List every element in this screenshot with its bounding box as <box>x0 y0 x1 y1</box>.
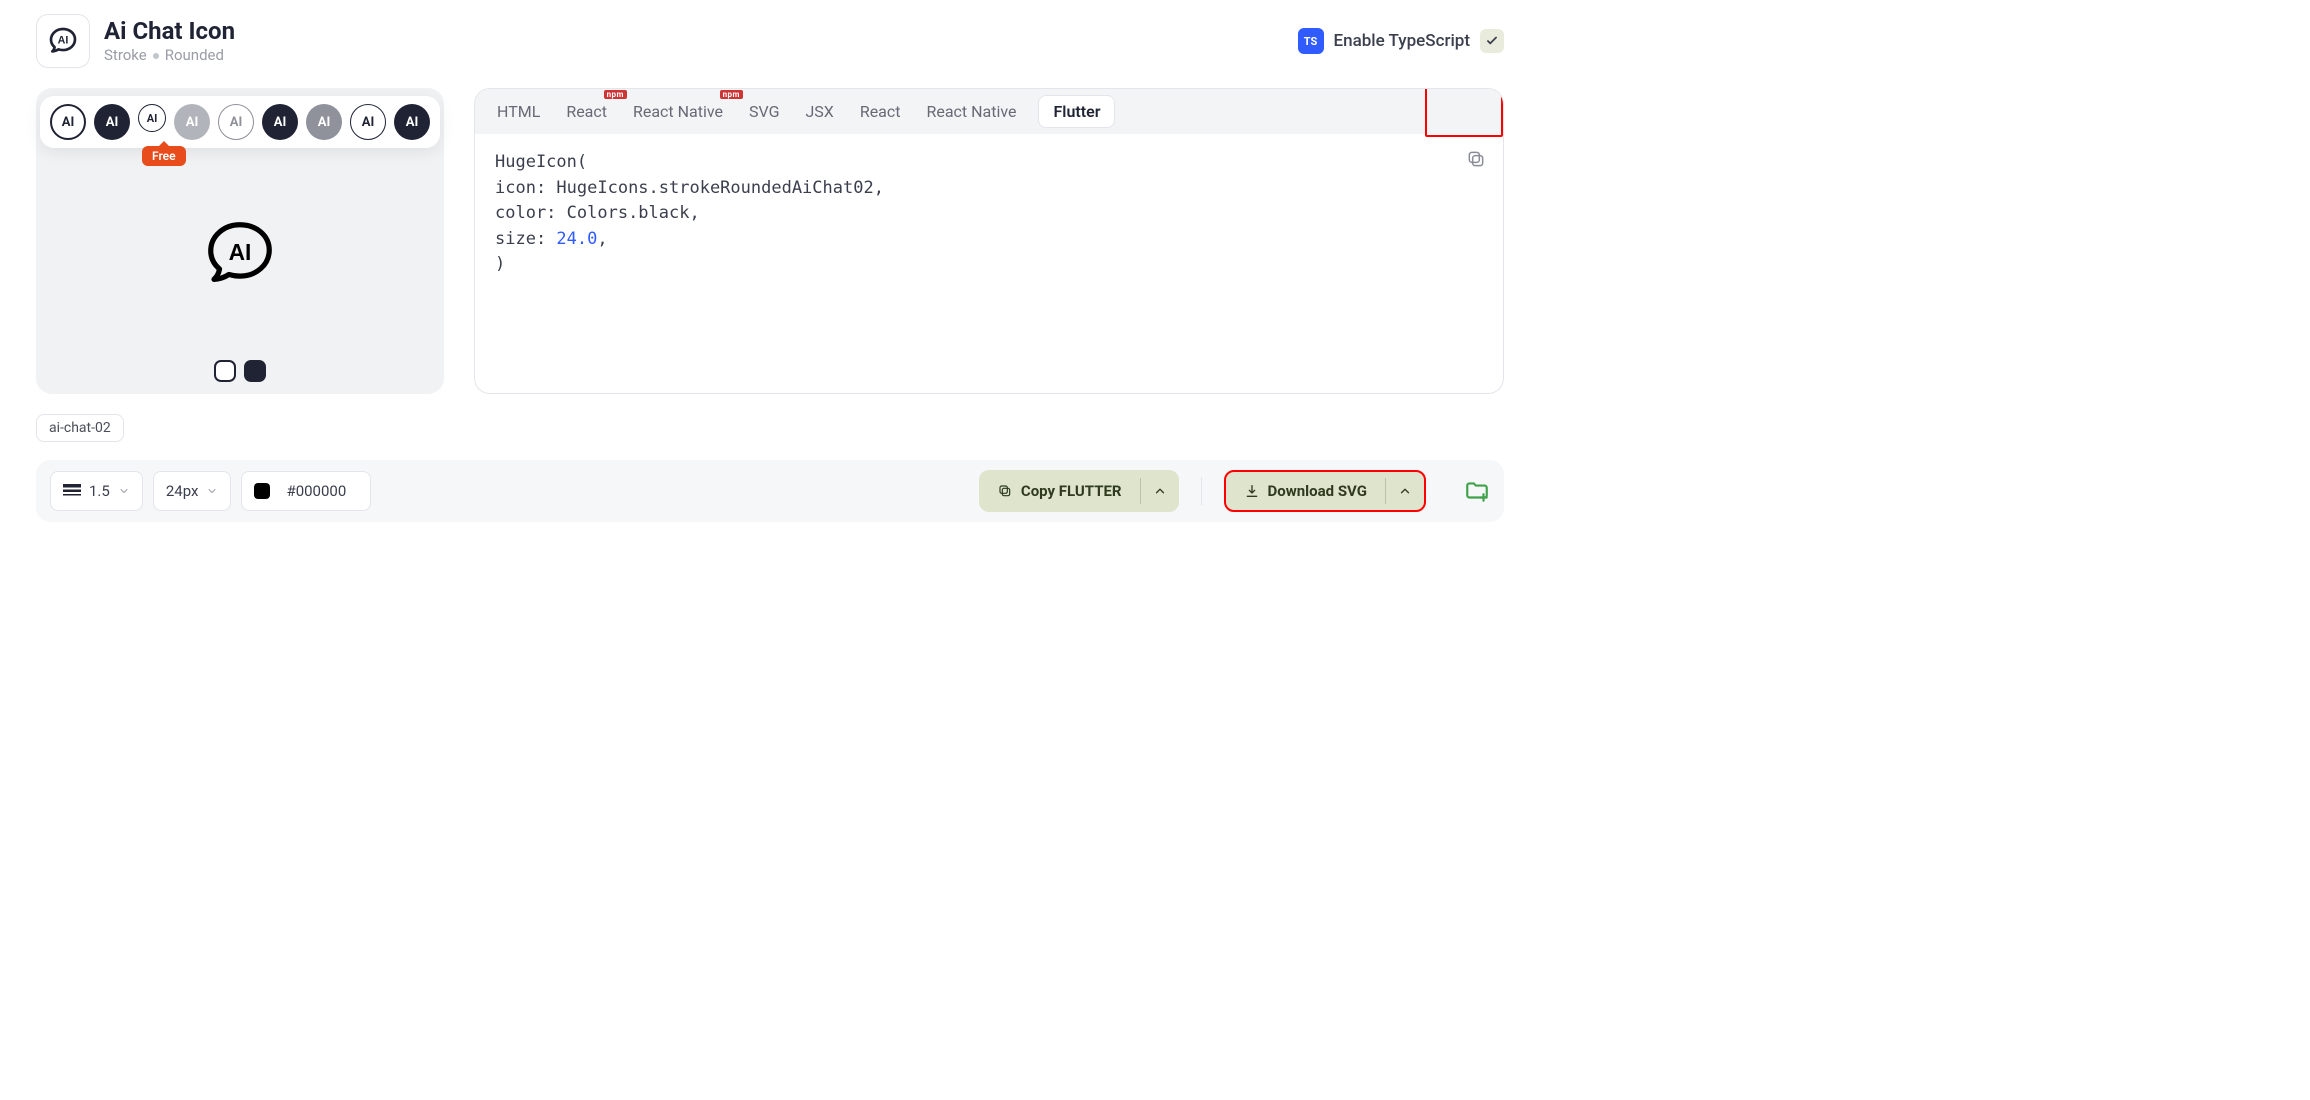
code-tabs: HTMLReactnpmReact NativenpmSVGJSXReactRe… <box>475 89 1503 134</box>
free-badge: Free <box>142 146 186 166</box>
npm-badge: npm <box>604 90 627 99</box>
variant-stroke-thick[interactable]: AI <box>50 104 86 140</box>
chevron-down-icon <box>118 485 130 497</box>
copy-icon <box>997 483 1013 499</box>
icon-slug-chip[interactable]: ai-chat-02 <box>36 414 124 442</box>
chevron-up-icon <box>1398 484 1412 498</box>
enable-typescript-toggle[interactable] <box>1480 29 1504 53</box>
download-action-group: Download SVG <box>1224 470 1426 512</box>
stroke-width-select[interactable]: 1.5 <box>50 471 143 511</box>
header-icon-preview: AI <box>36 14 90 68</box>
code-panel: HTMLReactnpmReact NativenpmSVGJSXReactRe… <box>474 88 1504 394</box>
page-title: Ai Chat Icon <box>104 18 235 44</box>
variant-stroke-light[interactable]: AI <box>218 104 254 140</box>
npm-badge: npm <box>720 90 743 99</box>
ai-chat-icon: AI <box>47 25 79 57</box>
copy-code-button[interactable] <box>1463 146 1489 172</box>
download-options-button[interactable] <box>1386 472 1424 510</box>
tab-react-native-6[interactable]: React Native <box>922 96 1020 127</box>
chevron-down-icon <box>206 485 218 497</box>
icon-large-preview: AI <box>201 148 279 360</box>
copy-icon <box>1466 149 1486 169</box>
page-subtitle: StrokeRounded <box>104 46 235 64</box>
ai-chat-icon: AI <box>201 215 279 293</box>
variant-solid-dark-3[interactable]: AI <box>394 104 430 140</box>
code-block: HugeIcon( icon: HugeIcons.strokeRoundedA… <box>475 134 1503 393</box>
tab-jsx-4[interactable]: JSX <box>801 96 837 127</box>
color-input[interactable]: #000000 <box>241 471 371 511</box>
chevron-up-icon <box>1153 484 1167 498</box>
variant-selected[interactable]: AI <box>138 104 166 140</box>
variant-solid-dark-2[interactable]: AI <box>262 104 298 140</box>
variant-gray-1[interactable]: AI <box>174 104 210 140</box>
enable-typescript-label: Enable TypeScript <box>1334 31 1471 51</box>
variant-gray-2[interactable]: AI <box>306 104 342 140</box>
download-svg-button[interactable]: Download SVG <box>1226 472 1385 510</box>
tab-react-5[interactable]: React <box>856 96 905 127</box>
color-swatch-icon <box>254 483 270 499</box>
tab-flutter-7[interactable]: Flutter <box>1038 95 1115 128</box>
check-icon <box>1485 34 1499 48</box>
tab-svg-3[interactable]: SVG <box>745 96 783 127</box>
copy-flutter-button[interactable]: Copy FLUTTER <box>979 470 1140 512</box>
copy-action-group: Copy FLUTTER <box>979 470 1179 512</box>
bottom-toolbar: 1.5 24px #000000 Copy FLUTTER Downloa <box>36 460 1504 522</box>
tab-html-0[interactable]: HTML <box>493 96 544 127</box>
svg-text:AI: AI <box>58 35 69 47</box>
add-to-collection-button[interactable] <box>1464 478 1490 504</box>
copy-options-button[interactable] <box>1141 470 1179 512</box>
icon-preview-panel: AI AI AI AI AI AI AI AI AI Free AI <box>36 88 444 394</box>
folder-plus-icon <box>1464 478 1490 504</box>
variant-stroke-thin[interactable]: AI <box>350 104 386 140</box>
variant-solid-dark-1[interactable]: AI <box>94 104 130 140</box>
variant-strip: AI AI AI AI AI AI AI AI AI Free <box>40 96 440 148</box>
size-select[interactable]: 24px <box>153 471 232 511</box>
tab-react-native-2[interactable]: React Nativenpm <box>629 96 727 127</box>
active-tab-highlight <box>1425 88 1503 137</box>
download-icon <box>1244 483 1260 499</box>
bg-swatch-black[interactable] <box>244 360 266 382</box>
typescript-badge: TS <box>1298 28 1324 54</box>
stroke-lines-icon <box>63 484 81 498</box>
svg-text:AI: AI <box>229 239 252 265</box>
bg-swatch-white[interactable] <box>214 360 236 382</box>
tab-react-1[interactable]: Reactnpm <box>562 96 611 127</box>
